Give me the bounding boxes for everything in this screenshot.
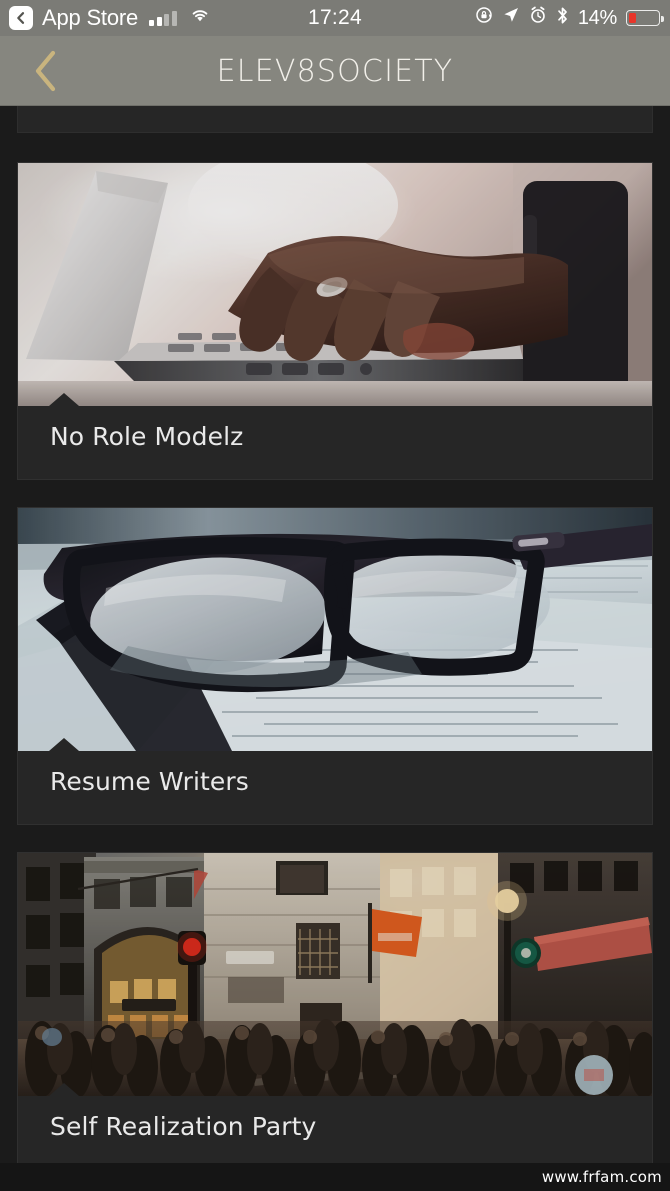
- feed-card[interactable]: Resume Writers: [17, 507, 653, 825]
- partial-card-above[interactable]: [17, 106, 653, 133]
- card-caption: Resume Writers: [18, 751, 652, 824]
- status-bar-clock: 17:24: [307, 6, 363, 29]
- page-title: ELEV8SOCIETY: [216, 53, 454, 89]
- crowded-city-street-photo[interactable]: [18, 853, 652, 1096]
- navigation-bar: ELEV8SOCIETY: [0, 36, 670, 106]
- app-screen: App Store 17:24 14% ELEV8SOCIETY No Role…: [0, 0, 670, 1191]
- card-title: Self Realization Party: [50, 1112, 317, 1141]
- card-notch: [49, 1083, 79, 1096]
- battery-icon: [626, 10, 664, 26]
- feed-scroll-area[interactable]: No Role Modelz Resume Writers Self Reali…: [0, 106, 670, 1191]
- status-bar: App Store 17:24 14%: [0, 0, 670, 36]
- card-notch: [49, 738, 79, 751]
- feed-card[interactable]: No Role Modelz: [17, 162, 653, 480]
- watermark: www.frfam.com: [541, 1168, 662, 1186]
- card-title: No Role Modelz: [50, 422, 244, 451]
- back-button[interactable]: [22, 47, 70, 95]
- feed-card[interactable]: Self Realization Party: [17, 852, 653, 1170]
- card-notch: [49, 393, 79, 406]
- eyeglasses-on-documents-photo[interactable]: [18, 508, 652, 751]
- card-caption: Self Realization Party: [18, 1096, 652, 1169]
- card-caption: No Role Modelz: [18, 406, 652, 479]
- hands-typing-on-laptop-photo[interactable]: [18, 163, 652, 406]
- card-title: Resume Writers: [50, 767, 249, 796]
